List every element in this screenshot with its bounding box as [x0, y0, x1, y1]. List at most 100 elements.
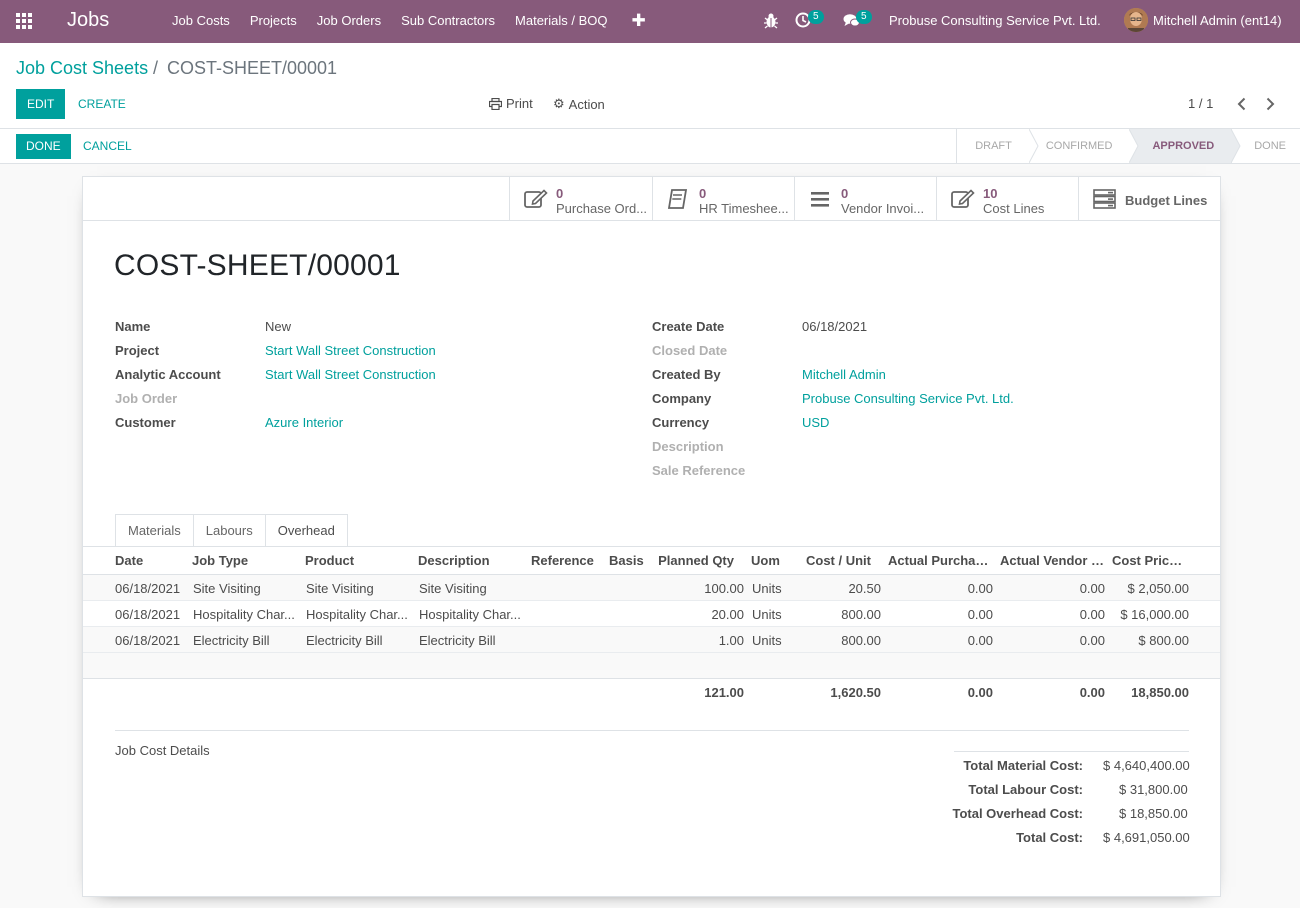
edit-icon: [524, 189, 548, 208]
cost-lines-count: 10: [983, 186, 998, 201]
total-material-cost: Total Material Cost: $ 4,640,400.00: [883, 758, 1189, 776]
table-row[interactable]: 06/18/2021 Electricity Bill Electricity …: [83, 627, 1220, 653]
cell-cost-unit: 800.00: [841, 633, 881, 648]
main-menu: Job Costs Projects Job Orders Sub Contra…: [162, 0, 660, 43]
field-create-date-label: Create Date: [652, 319, 725, 334]
col-actual-vendor[interactable]: Actual Vendor B...: [1000, 553, 1105, 568]
field-project-value[interactable]: Start Wall Street Construction: [265, 343, 436, 358]
cell-cost-unit: 800.00: [841, 607, 881, 622]
cost-lines-button[interactable]: 10 Cost Lines: [936, 177, 1078, 220]
stage-done[interactable]: DONE: [1232, 129, 1300, 163]
col-description[interactable]: Description: [418, 553, 523, 568]
cell-cost-unit: 20.50: [848, 581, 881, 596]
pager-value[interactable]: 1 / 1: [1188, 96, 1213, 111]
tab-labours[interactable]: Labours: [192, 514, 266, 547]
menu-materials-boq[interactable]: Materials / BOQ: [505, 0, 617, 43]
cell-job-type: Electricity Bill: [193, 633, 270, 648]
field-company-label: Company: [652, 391, 712, 406]
col-cost-price[interactable]: Cost Price ...: [1112, 553, 1188, 568]
hr-timesheets-button[interactable]: 0 HR Timeshee...: [652, 177, 794, 220]
menu-job-orders[interactable]: Job Orders: [307, 0, 391, 43]
field-description-label: Description: [652, 439, 724, 454]
total-cost-unit: 1,620.50: [830, 685, 881, 700]
field-created-by: Created By Mitchell Admin: [652, 367, 1172, 385]
field-project-label: Project: [115, 343, 160, 358]
menu-job-costs[interactable]: Job Costs: [162, 0, 240, 43]
menu-projects[interactable]: Projects: [240, 0, 307, 43]
cell-planned-qty: 1.00: [718, 633, 744, 648]
breadcrumb-parent[interactable]: Job Cost Sheets: [16, 58, 148, 79]
col-planned-qty[interactable]: Planned Qty: [654, 553, 734, 568]
stage-pipeline: DRAFT CONFIRMED APPROVED DONE: [956, 129, 1300, 163]
hr-timesheets-count: 0: [699, 186, 707, 201]
user-menu[interactable]: Mitchell Admin (ent14): [1153, 13, 1282, 28]
breadcrumb-separator: /: [153, 58, 159, 78]
total-overhead-cost-value: $ 18,850.00: [1119, 806, 1188, 821]
action-button[interactable]: ⚙ Action: [553, 96, 605, 112]
total-labour-cost-value: $ 31,800.00: [1119, 782, 1188, 797]
cell-cost-price: $ 800.00: [1138, 633, 1189, 648]
tab-materials[interactable]: Materials: [115, 514, 194, 547]
chevron-right-icon[interactable]: [1264, 97, 1276, 111]
gear-icon: ⚙: [553, 96, 565, 111]
col-actual-purchase[interactable]: Actual Purchas...: [888, 553, 993, 568]
col-basis[interactable]: Basis: [609, 553, 653, 568]
field-closed-date-label: Closed Date: [652, 343, 728, 358]
edit-button[interactable]: EDIT: [16, 89, 66, 119]
col-uom[interactable]: Uom: [751, 553, 795, 568]
menu-sub-contractors[interactable]: Sub Contractors: [391, 0, 505, 43]
job-cost-details-label: Job Cost Details: [115, 743, 210, 758]
field-company-value[interactable]: Probuse Consulting Service Pvt. Ltd.: [802, 391, 1014, 406]
col-date[interactable]: Date: [115, 553, 185, 568]
apps-grid-icon[interactable]: [16, 13, 34, 29]
chevron-left-icon[interactable]: [1236, 97, 1248, 111]
activity-count-badge: 5: [808, 10, 824, 24]
create-button[interactable]: CREATE: [78, 89, 126, 119]
field-currency-value[interactable]: USD: [802, 415, 829, 430]
company-switcher[interactable]: Probuse Consulting Service Pvt. Ltd.: [889, 13, 1101, 28]
budget-lines-button[interactable]: Budget Lines: [1078, 177, 1220, 220]
done-button[interactable]: DONE: [16, 134, 71, 159]
status-bar: DONE CANCEL DRAFT CONFIRMED APPROVED DON…: [0, 129, 1300, 164]
col-cost-unit[interactable]: Cost / Unit: [795, 553, 871, 568]
stage-approved[interactable]: APPROVED: [1130, 129, 1241, 163]
print-button[interactable]: Print: [489, 96, 533, 111]
vendor-invoices-button[interactable]: 0 Vendor Invoi...: [794, 177, 936, 220]
col-reference[interactable]: Reference: [531, 553, 603, 568]
col-product[interactable]: Product: [305, 553, 410, 568]
stage-confirmed[interactable]: CONFIRMED: [1030, 129, 1140, 163]
field-create-date: Create Date 06/18/2021: [652, 319, 1172, 337]
app-title[interactable]: Jobs: [67, 9, 109, 32]
bug-icon[interactable]: [763, 12, 779, 30]
tab-overhead[interactable]: Overhead: [264, 514, 348, 548]
field-analytic-account-label: Analytic Account: [115, 367, 221, 382]
cell-actual-purchase: 0.00: [967, 607, 993, 622]
cell-actual-purchase: 0.00: [967, 581, 993, 596]
total-labour-cost: Total Labour Cost: $ 31,800.00: [883, 782, 1189, 800]
plus-icon[interactable]: ✚: [618, 0, 660, 43]
notebook-tabs: Materials Labours Overhead: [115, 514, 348, 548]
cell-actual-vendor: 0.00: [1079, 607, 1105, 622]
stage-draft[interactable]: DRAFT: [957, 129, 1039, 163]
purchase-orders-button[interactable]: 0 Purchase Ord...: [509, 177, 652, 220]
table-row[interactable]: 06/18/2021 Hospitality Char... Hospitali…: [83, 601, 1220, 627]
section-divider: [115, 730, 1189, 731]
cell-cost-price: $ 16,000.00: [1120, 607, 1189, 622]
cell-date: 06/18/2021: [115, 633, 181, 648]
print-label: Print: [506, 96, 533, 111]
field-created-by-value[interactable]: Mitchell Admin: [802, 367, 886, 382]
budget-lines-label: Budget Lines: [1125, 193, 1208, 208]
col-job-type[interactable]: Job Type: [192, 553, 297, 568]
stage-confirmed-label: CONFIRMED: [1045, 140, 1113, 152]
stage-approved-label: APPROVED: [1152, 140, 1215, 152]
top-navbar: Jobs Job Costs Projects Job Orders Sub C…: [0, 0, 1300, 43]
field-customer-value[interactable]: Azure Interior: [265, 415, 343, 430]
stage-arrow: [1231, 129, 1241, 163]
table-row[interactable]: 06/18/2021 Site Visiting Site Visiting S…: [83, 575, 1220, 601]
user-avatar[interactable]: [1124, 8, 1148, 32]
action-label: Action: [568, 96, 605, 112]
field-analytic-account-value[interactable]: Start Wall Street Construction: [265, 367, 436, 382]
cancel-button[interactable]: CANCEL: [83, 134, 132, 159]
total-cost-price: 18,850.00: [1131, 685, 1189, 700]
total-actual-vendor: 0.00: [1079, 685, 1105, 700]
